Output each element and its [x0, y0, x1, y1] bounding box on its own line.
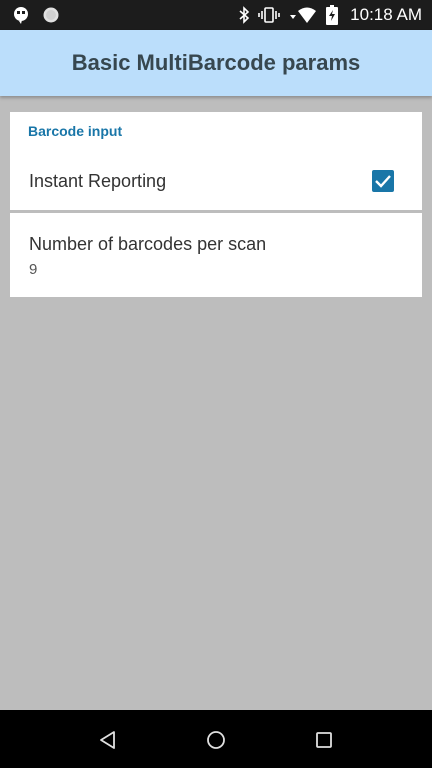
bluetooth-icon: [238, 6, 250, 24]
status-time: 10:18 AM: [350, 5, 422, 24]
instant-reporting-preference[interactable]: Instant Reporting: [10, 156, 422, 206]
app-bar: Basic MultiBarcode params: [0, 30, 432, 96]
recents-icon[interactable]: [313, 729, 335, 751]
navigation-bar: [0, 710, 432, 768]
hangouts-icon: [12, 6, 30, 24]
section-header-barcode-input: Barcode input: [28, 123, 123, 139]
barcode-input-section: Barcode input Instant Reporting: [10, 112, 422, 210]
status-left-icons: [12, 6, 60, 24]
vibrate-icon: [258, 6, 280, 24]
wifi-icon: [288, 6, 318, 24]
circle-notification-icon: [42, 6, 60, 24]
status-bar: 10:18 AM: [0, 0, 432, 30]
battery-charging-icon: [326, 5, 339, 25]
back-icon[interactable]: [97, 729, 119, 751]
barcodes-per-scan-preference[interactable]: Number of barcodes per scan 9: [10, 213, 422, 297]
page-title: Basic MultiBarcode params: [71, 50, 361, 75]
home-icon[interactable]: [205, 729, 227, 751]
screen: 10:18 AM Basic MultiBarcode params Barco…: [0, 0, 432, 768]
instant-reporting-checkbox[interactable]: [372, 170, 394, 192]
status-right-icons: 10:18 AM: [238, 0, 422, 30]
barcodes-per-scan-label: Number of barcodes per scan: [29, 234, 267, 254]
barcodes-per-scan-value: 9: [29, 261, 38, 278]
instant-reporting-label: Instant Reporting: [29, 171, 167, 191]
